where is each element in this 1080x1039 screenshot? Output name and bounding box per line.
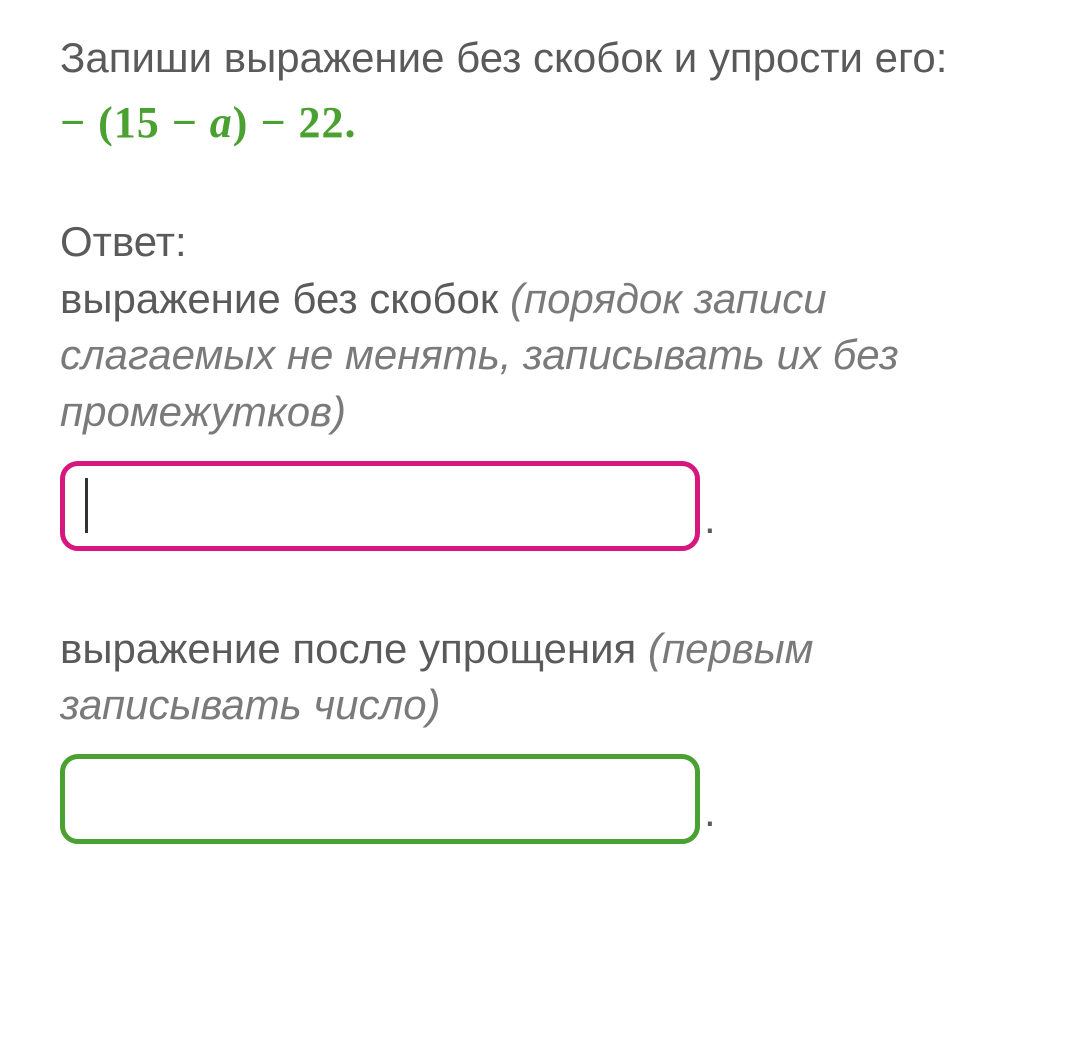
section2-text: выражение после упрощения (первым записы… <box>60 621 1020 734</box>
expression-period: . <box>345 98 357 147</box>
section2-label: выражение после упрощения <box>60 625 648 672</box>
math-expression: − (15 − a) − 22. <box>60 97 1020 148</box>
simplified-expression-input[interactable] <box>60 754 700 844</box>
input-row-2: . <box>60 754 1020 844</box>
input2-period: . <box>704 788 716 844</box>
answer-label: Ответ: <box>60 218 1020 266</box>
input1-period: . <box>704 495 716 551</box>
text-cursor <box>85 478 88 533</box>
section1-label: выражение без скобок <box>60 275 510 322</box>
problem-prompt: Запиши выражение без скобок и упрости ег… <box>60 30 1020 87</box>
expression-without-brackets-input[interactable] <box>60 461 700 551</box>
section1-text: выражение без скобок (порядок записи сла… <box>60 271 1020 441</box>
input-row-1: . <box>60 461 1020 551</box>
